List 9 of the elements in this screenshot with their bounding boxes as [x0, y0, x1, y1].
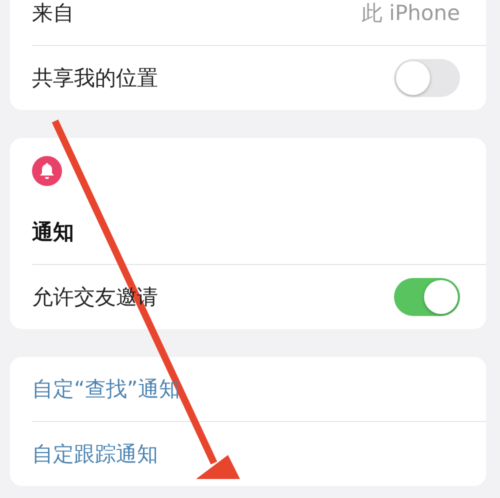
row-label: 共享我的位置: [32, 65, 158, 92]
toggle-switch[interactable]: [394, 59, 460, 97]
settings-link[interactable]: 自定“查找”通知: [32, 375, 180, 403]
settings-link[interactable]: 自定跟踪通知: [32, 440, 158, 468]
section-title: 通知: [32, 219, 75, 246]
bell-icon: [32, 156, 62, 186]
row-value: 此 iPhone: [361, 0, 460, 27]
toggle-switch[interactable]: [394, 278, 460, 316]
row-label: 来自: [32, 0, 74, 27]
